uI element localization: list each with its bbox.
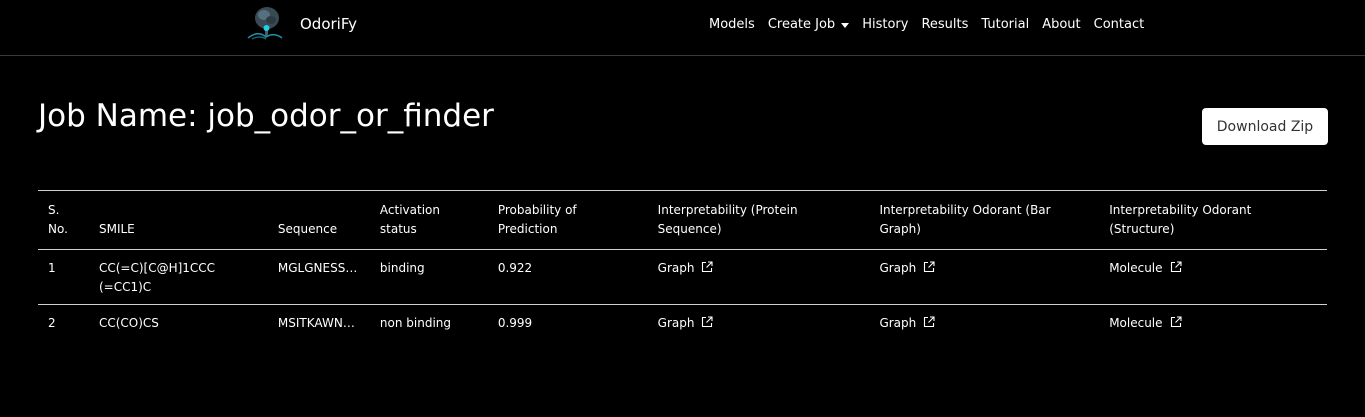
nav-history-label: History — [862, 17, 909, 32]
header-sno: S. No. — [38, 190, 89, 250]
cell-interp-bar: Graph — [869, 305, 1099, 341]
cell-sequence: MSITKAWNS... — [268, 305, 370, 341]
cell-sno: 1 — [38, 249, 89, 305]
cell-interp-structure: Molecule — [1099, 249, 1327, 305]
cell-interp-bar: Graph — [869, 249, 1100, 305]
bar-graph-link[interactable]: Graph — [879, 316, 935, 330]
nav-about-label: About — [1042, 17, 1081, 32]
tree-brain-logo-icon[interactable] — [240, 4, 284, 42]
cell-status: non binding — [379, 316, 452, 330]
page-title: Job Name: job_odor_or_finder — [38, 98, 494, 134]
bar-graph-link[interactable]: Graph — [879, 261, 935, 275]
navbar: OdoriFy Models Create Job History Result… — [0, 0, 1365, 56]
table-row: 1 CC(=C)[C@H]1CCC(=CC1)C MGLGNESSL... bi… — [38, 249, 1327, 305]
external-link-icon — [702, 261, 714, 273]
nav-create-job-label: Create Job — [767, 17, 836, 32]
bar-graph-label: Graph — [879, 261, 917, 275]
table-row: 2 CC(CO)CS MSITKAWNS... non binding 0.99… — [38, 305, 1327, 341]
nav-results[interactable]: Results — [921, 17, 968, 32]
brand-name[interactable]: OdoriFy — [300, 15, 357, 33]
nav-tutorial-label: Tutorial — [981, 17, 1030, 32]
sequence-text: MSITKAWNS... — [277, 316, 360, 330]
cell-status: binding — [369, 249, 488, 305]
external-link-icon — [924, 261, 935, 273]
molecule-link[interactable]: Molecule — [1109, 261, 1182, 275]
cell-smile: CC(=C)[C@H]1CCC(=CC1)C — [88, 249, 268, 305]
header-activation-status: Activation status — [369, 190, 488, 250]
external-link-icon — [1170, 261, 1182, 273]
nav-create-job-dropdown[interactable]: Create Job — [767, 17, 850, 32]
cell-interp-structure: Molecule — [1099, 305, 1327, 341]
header-interp-protein: Interpretability (Protein Sequence) — [647, 190, 870, 250]
table-header-row: S. No. SMILE Sequence Activation status … — [38, 190, 1327, 250]
smile-text: CC(CO)CS — [98, 316, 159, 330]
results-table: S. No. SMILE Sequence Activation status … — [38, 190, 1327, 340]
cell-interp-protein: Graph — [648, 305, 870, 341]
external-link-icon — [702, 316, 714, 328]
nav-results-label: Results — [921, 17, 969, 32]
cell-interp-protein: Graph — [647, 249, 870, 305]
cell-smile: CC(CO)CS — [89, 305, 268, 341]
protein-graph-link[interactable]: Graph — [658, 261, 714, 275]
sequence-text: MGLGNESSL... — [277, 261, 360, 275]
bar-graph-label: Graph — [879, 316, 917, 330]
header-probability: Probability of Prediction — [487, 190, 648, 250]
external-link-icon — [1170, 316, 1182, 328]
nav-models[interactable]: Models — [709, 17, 755, 32]
header-interp-structure: Interpretability Odorant (Structure) — [1099, 190, 1327, 250]
external-link-icon — [924, 316, 935, 328]
protein-graph-label: Graph — [657, 316, 695, 330]
smile-text: CC(=C)[C@H]1CCC(=CC1)C — [98, 261, 216, 294]
molecule-link[interactable]: Molecule — [1109, 316, 1182, 330]
protein-graph-link[interactable]: Graph — [658, 316, 714, 330]
molecule-label: Molecule — [1109, 261, 1163, 275]
nav-about[interactable]: About — [1042, 17, 1080, 32]
nav-contact-label: Contact — [1093, 17, 1145, 32]
header-interp-bar-graph: Interpretability Odorant (Bar Graph) — [869, 190, 1100, 250]
cell-sequence: MGLGNESSL... — [267, 249, 370, 305]
nav-links: Models Create Job History Results Tutori… — [709, 17, 1157, 32]
caret-down-icon — [841, 22, 850, 28]
cell-probability: 0.922 — [487, 249, 648, 305]
header-sequence: Sequence — [267, 190, 370, 250]
molecule-label: Molecule — [1109, 316, 1163, 330]
download-zip-button[interactable]: Download Zip — [1202, 108, 1328, 145]
nav-contact[interactable]: Contact — [1094, 17, 1145, 32]
nav-models-label: Models — [709, 17, 755, 32]
cell-probability: 0.999 — [497, 316, 533, 330]
header-smile: SMILE — [88, 190, 268, 250]
nav-tutorial[interactable]: Tutorial — [981, 17, 1029, 32]
cell-sno: 2 — [48, 316, 56, 330]
protein-graph-label: Graph — [657, 261, 695, 275]
nav-history[interactable]: History — [862, 17, 908, 32]
